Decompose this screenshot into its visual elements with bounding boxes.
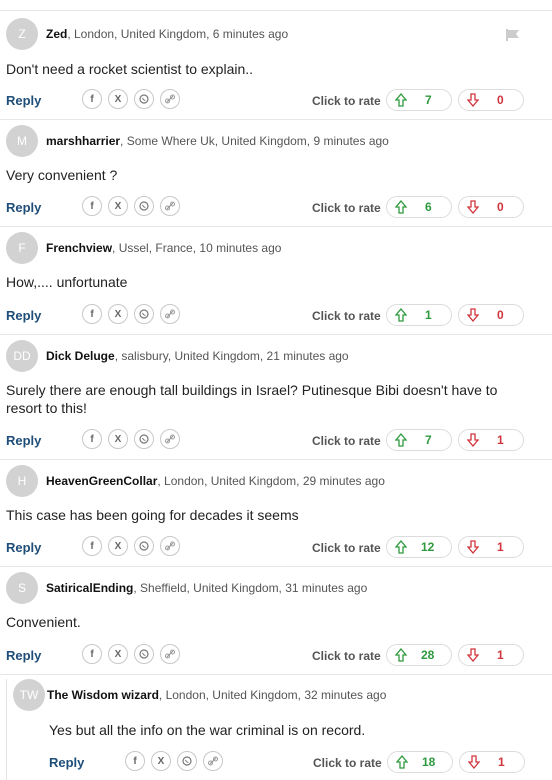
- upvote-button[interactable]: 18: [387, 751, 453, 773]
- comment-actions: Reply f X Click to rate 18 1: [1, 751, 552, 775]
- facebook-icon[interactable]: f: [82, 644, 102, 664]
- comment-body: Yes but all the info on the war criminal…: [49, 722, 366, 738]
- facebook-icon[interactable]: f: [125, 751, 145, 771]
- upvote-button[interactable]: 28: [386, 644, 452, 666]
- username[interactable]: SatiricalEnding: [46, 581, 133, 595]
- link-icon[interactable]: [160, 644, 180, 664]
- comment-divider: [0, 674, 552, 675]
- rate-label: Click to rate: [313, 756, 382, 770]
- arrow-up-icon: [395, 648, 407, 662]
- comment-meta: The Wisdom wizard, London, United Kingdo…: [47, 688, 386, 702]
- x-icon[interactable]: X: [108, 644, 128, 664]
- username[interactable]: The Wisdom wizard: [47, 688, 159, 702]
- downvote-button[interactable]: 1: [459, 751, 525, 773]
- arrow-up-icon: [396, 755, 408, 769]
- downvote-button[interactable]: 1: [458, 644, 524, 666]
- avatar: S: [6, 572, 38, 604]
- comment-actions: Reply f X Click to rate 28 1: [0, 644, 552, 668]
- downvote-count: 1: [497, 648, 504, 662]
- arrow-down-icon: [467, 648, 479, 662]
- comment-meta: SatiricalEnding, Sheffield, United Kingd…: [46, 581, 367, 595]
- location-time: , Sheffield, United Kingdom, 31 minutes …: [133, 581, 368, 595]
- upvote-count: 18: [422, 755, 436, 769]
- avatar: TW: [13, 679, 45, 711]
- x-icon[interactable]: X: [151, 751, 171, 771]
- whatsapp-icon[interactable]: [177, 751, 197, 771]
- downvote-count: 1: [498, 755, 505, 769]
- whatsapp-icon[interactable]: [134, 644, 154, 664]
- reply-button[interactable]: Reply: [49, 755, 84, 770]
- comment-body: Convenient.: [6, 614, 81, 630]
- rate-label: Click to rate: [312, 649, 381, 663]
- reply-button[interactable]: Reply: [6, 648, 41, 663]
- comment: S SatiricalEnding, Sheffield, United King…: [0, 0, 552, 780]
- upvote-count: 28: [421, 648, 435, 662]
- link-icon[interactable]: [203, 751, 223, 771]
- reply-comment: TW The Wisdom wizard, London, United King…: [6, 679, 552, 780]
- arrow-down-icon: [468, 755, 480, 769]
- location-time: , London, United Kingdom, 32 minutes ago: [158, 688, 387, 702]
